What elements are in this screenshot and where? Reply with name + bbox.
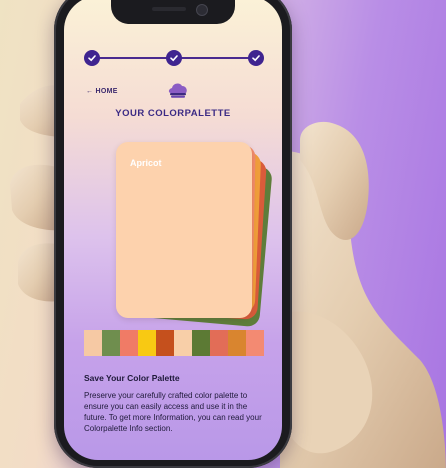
page-title: YOUR COLORPALETTE [115, 108, 231, 119]
phone-notch [111, 0, 235, 24]
palette-logo-icon [168, 83, 187, 98]
color-swatch[interactable] [120, 330, 138, 356]
scene: ← HOME YOUR COLORPALETTE Apricot Save Yo… [0, 0, 446, 468]
color-swatch[interactable] [210, 330, 228, 356]
speaker-grille [152, 7, 186, 11]
save-section-title: Save Your Color Palette [84, 373, 180, 383]
step-2-complete-icon [166, 50, 182, 66]
color-swatch[interactable] [174, 330, 192, 356]
save-section-description: Preserve your carefully crafted color pa… [84, 391, 262, 433]
step-3-complete-icon [248, 50, 264, 66]
phone-screen: ← HOME YOUR COLORPALETTE Apricot Save Yo… [64, 0, 282, 460]
progress-stepper [84, 50, 264, 66]
primary-color-name: Apricot [130, 158, 162, 168]
home-link[interactable]: ← HOME [86, 88, 118, 95]
color-swatch[interactable] [228, 330, 246, 356]
step-1-complete-icon [84, 50, 100, 66]
color-swatch[interactable] [138, 330, 156, 356]
color-swatch[interactable] [102, 330, 120, 356]
color-swatch[interactable] [192, 330, 210, 356]
color-swatch[interactable] [246, 330, 264, 356]
color-swatch-strip [84, 330, 264, 356]
color-swatch[interactable] [84, 330, 102, 356]
phone-frame: ← HOME YOUR COLORPALETTE Apricot Save Yo… [54, 0, 292, 468]
front-camera-icon [196, 4, 208, 16]
color-swatch[interactable] [156, 330, 174, 356]
palette-card-primary[interactable]: Apricot [116, 142, 252, 318]
